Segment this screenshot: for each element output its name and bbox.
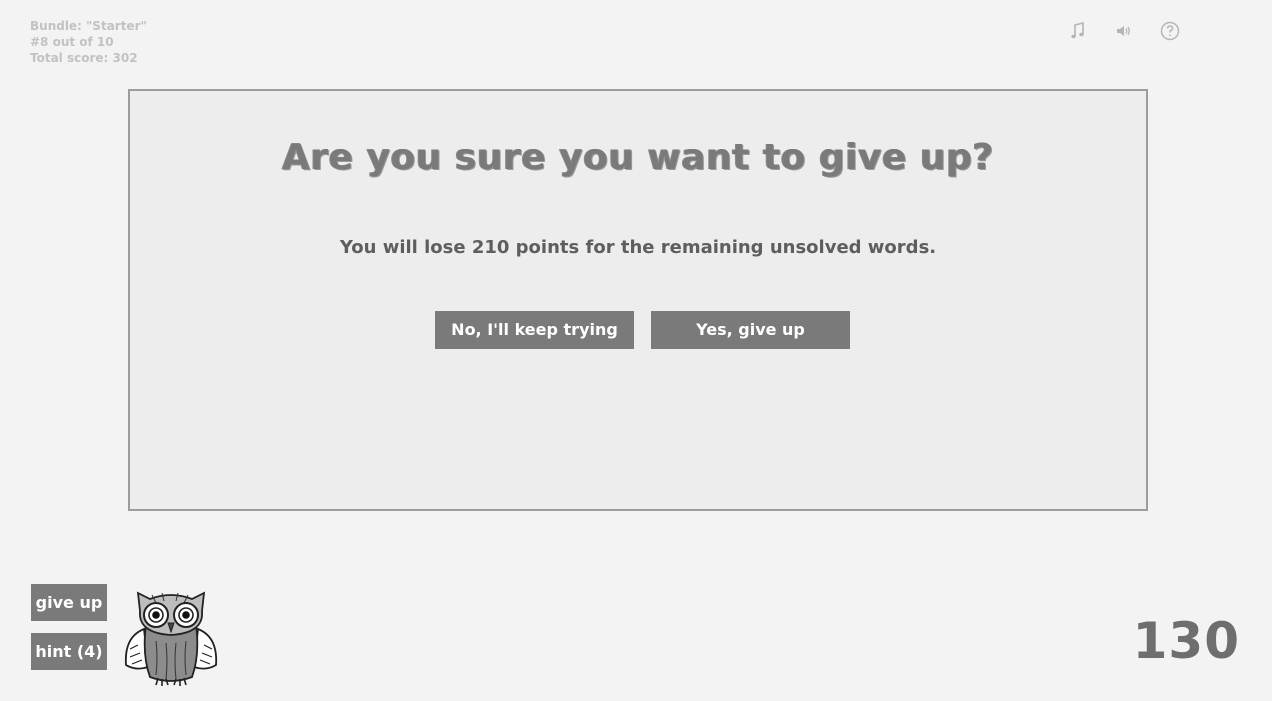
dialog-title: Are you sure you want to give up?	[282, 137, 994, 178]
give-up-button[interactable]: give up	[31, 584, 107, 621]
keep-trying-button[interactable]: No, I'll keep trying	[435, 311, 634, 349]
hint-button[interactable]: hint (4)	[31, 633, 107, 670]
game-info: Bundle: "Starter" #8 out of 10 Total sco…	[30, 18, 147, 66]
bundle-name: Bundle: "Starter"	[30, 19, 147, 33]
give-up-dialog: Are you sure you want to give up? You wi…	[128, 89, 1148, 511]
current-score: 130	[1132, 612, 1240, 670]
help-icon[interactable]	[1158, 19, 1182, 43]
music-icon[interactable]	[1066, 19, 1090, 43]
confirm-give-up-button[interactable]: Yes, give up	[651, 311, 850, 349]
total-score: Total score: 302	[30, 51, 138, 65]
top-icon-bar	[1071, 19, 1272, 43]
puzzle-progress: #8 out of 10	[30, 35, 114, 49]
dialog-message: You will lose 210 points for the remaini…	[339, 237, 937, 258]
sound-icon[interactable]	[1112, 19, 1136, 43]
owl-mascot	[122, 585, 220, 687]
